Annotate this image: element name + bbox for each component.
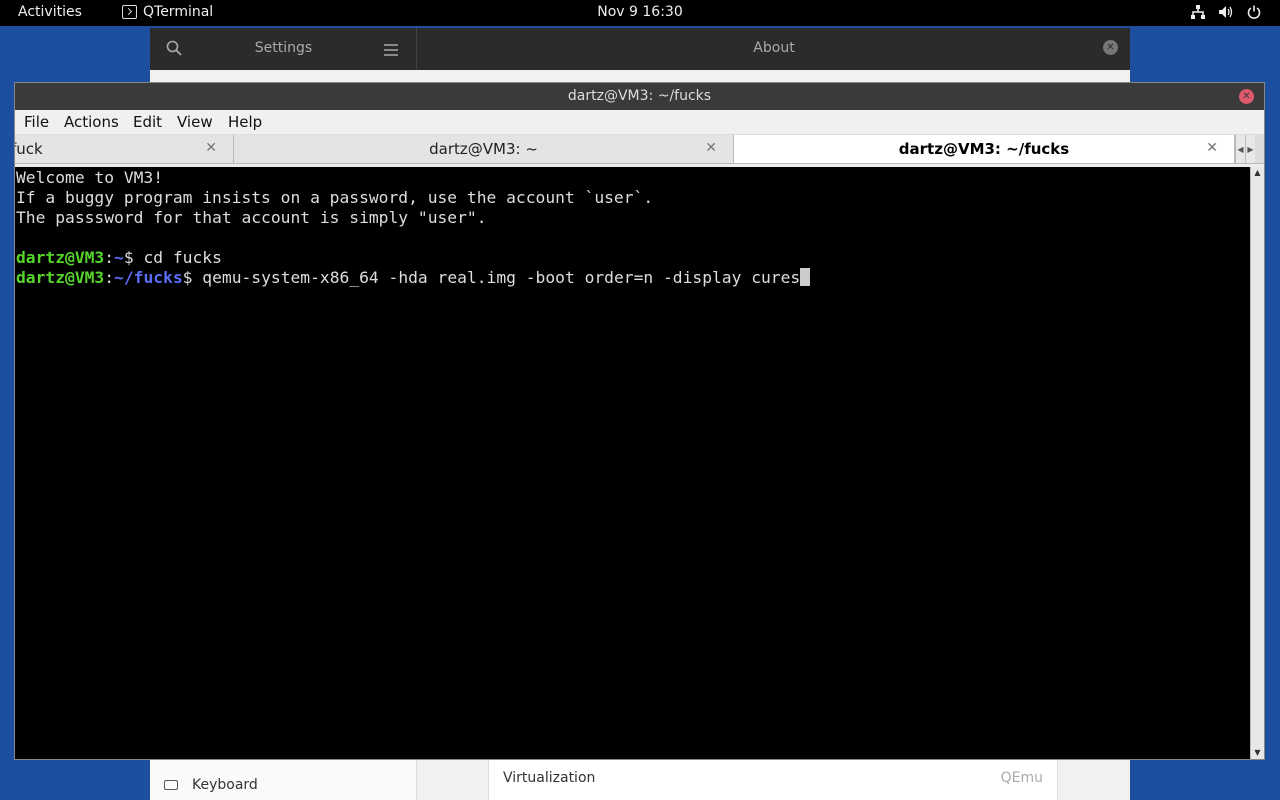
window-titlebar[interactable]: dartz@VM3: ~/fucks ✕ — [15, 83, 1264, 110]
power-icon[interactable] — [1246, 3, 1262, 21]
system-tray[interactable] — [1190, 3, 1262, 21]
command-line: dartz@VM3:~/fucks$ qemu-system-x86_64 -h… — [16, 268, 1250, 288]
menu-edit[interactable]: Edit — [133, 113, 162, 131]
app-menu-label: QTerminal — [143, 4, 214, 20]
tab-close-icon[interactable]: ✕ — [1206, 140, 1218, 156]
tab-label: fuck — [15, 140, 43, 158]
window-title: dartz@VM3: ~/fucks — [567, 88, 712, 104]
menu-view[interactable]: View — [177, 113, 213, 131]
prompt-user: dartz@VM3 — [16, 268, 105, 287]
command-text: cd fucks — [143, 248, 222, 267]
tab-fucks[interactable]: dartz@VM3: ~/fucks ✕ — [734, 135, 1235, 163]
command-text: qemu-system-x86_64 -hda real.img -boot o… — [202, 268, 801, 287]
command-line: dartz@VM3:~$ cd fucks — [16, 248, 1250, 268]
settings-title: Settings — [254, 40, 313, 56]
menu-actions[interactable]: Actions — [64, 113, 119, 131]
tab-close-icon[interactable]: ✕ — [205, 140, 217, 156]
scroll-down-icon[interactable]: ▼ — [1251, 747, 1264, 759]
tab-home[interactable]: dartz@VM3: ~ ✕ — [234, 135, 734, 163]
prompt-path: ~/fucks — [114, 268, 183, 287]
prompt-symbol: $ — [182, 268, 203, 287]
hamburger-menu-icon[interactable] — [384, 41, 398, 60]
menu-help[interactable]: Help — [228, 113, 262, 131]
window-close-button[interactable]: ✕ — [1239, 89, 1254, 104]
prompt-user: dartz@VM3 — [16, 248, 105, 267]
sidebar-item-label: Keyboard — [192, 777, 258, 793]
virtualization-row: Virtualization QEmu — [488, 760, 1058, 800]
virtualization-value: QEmu — [1000, 770, 1043, 786]
menu-file[interactable]: File — [24, 113, 49, 131]
prompt-path: ~ — [114, 248, 124, 267]
network-icon[interactable] — [1190, 3, 1206, 21]
motd-line: If a buggy program insists on a password… — [16, 188, 654, 207]
clock[interactable]: Nov 9 16:30 — [597, 4, 682, 20]
scroll-up-icon[interactable]: ▲ — [1251, 167, 1264, 179]
app-menu[interactable]: QTerminal — [122, 4, 213, 20]
motd-line: Welcome to VM3! — [16, 168, 164, 187]
settings-close-button[interactable]: ✕ — [1103, 40, 1118, 55]
prompt-separator: : — [104, 248, 115, 267]
sidebar-item-keyboard[interactable]: Keyboard — [150, 760, 417, 800]
tab-label: dartz@VM3: ~/fucks — [898, 140, 1070, 158]
settings-sidebar-header: Settings — [150, 28, 417, 70]
settings-window: Settings About ✕ — [150, 28, 1130, 82]
terminal-app-icon — [122, 5, 137, 19]
tab-fuck[interactable]: fuck ✕ — [15, 135, 234, 163]
volume-icon[interactable] — [1218, 3, 1234, 21]
activities-button[interactable]: Activities — [18, 4, 82, 20]
vertical-scrollbar[interactable]: ▲ ▼ — [1250, 167, 1264, 759]
settings-panel-title: About — [753, 40, 795, 56]
keyboard-icon — [164, 780, 178, 790]
tab-label: dartz@VM3: ~ — [429, 140, 538, 158]
terminal-output[interactable]: Welcome to VM3! If a buggy program insist… — [15, 167, 1250, 759]
menu-bar: File Actions Edit View Help — [15, 110, 1264, 134]
qterminal-window: dartz@VM3: ~/fucks ✕ File Actions Edit V… — [14, 82, 1265, 760]
tab-bar: fuck ✕ dartz@VM3: ~ ✕ dartz@VM3: ~/fucks… — [15, 134, 1264, 164]
tab-scroll-right-icon[interactable]: ▶ — [1245, 135, 1255, 163]
text-cursor — [800, 268, 811, 286]
tab-scroll-left-icon[interactable]: ◀ — [1235, 135, 1245, 163]
prompt-symbol: $ — [123, 248, 144, 267]
settings-content-strip — [150, 70, 1130, 82]
motd-line: The passsword for that account is simply… — [16, 208, 487, 227]
tab-close-icon[interactable]: ✕ — [705, 140, 717, 156]
top-bar: Activities QTerminal Nov 9 16:30 — [0, 0, 1280, 26]
prompt-separator: : — [104, 268, 115, 287]
virtualization-label: Virtualization — [503, 770, 596, 786]
